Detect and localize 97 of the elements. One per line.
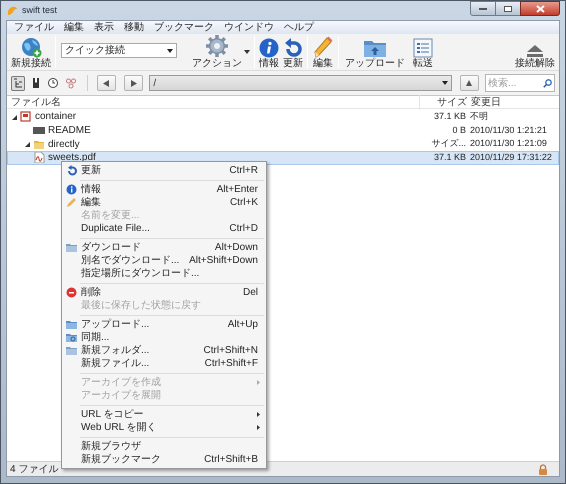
menu-item[interactable]: 新規ブックマーク Ctrl+Shift+B (62, 453, 266, 466)
menu-item[interactable]: 編集 (59, 21, 89, 34)
upload-button[interactable]: アップロード (343, 38, 407, 69)
column-header[interactable]: サイズ (419, 94, 467, 110)
folder-icon (66, 345, 77, 356)
file-size: 0 B (451, 124, 466, 137)
file-date: 2010/11/30 1:21:09 (469, 137, 548, 150)
lock-icon (538, 464, 548, 474)
file-name: directly (48, 138, 80, 152)
quick-connect-combo[interactable]: クイック接続 (61, 43, 177, 58)
menu-item[interactable]: 新規フォルダ... Ctrl+Shift+N (62, 344, 266, 357)
view-toggle-button[interactable] (11, 76, 26, 90)
file-date: 不明 (469, 110, 489, 124)
dropdown-arrow-icon (167, 48, 173, 52)
folder-icon (363, 38, 387, 58)
menu-item[interactable]: Duplicate File... Ctrl+D (62, 222, 266, 235)
menu-item[interactable]: 新規ファイル... Ctrl+Shift+F (62, 357, 266, 370)
menu-item[interactable]: アップロード... Alt+Up (62, 318, 266, 331)
search-input[interactable]: 検索... (488, 76, 544, 90)
submenu-arrow-icon (257, 380, 260, 385)
expanded-arrow-icon (11, 114, 17, 120)
clock-icon (47, 77, 60, 89)
app-icon (6, 4, 18, 16)
folder-icon (66, 242, 77, 253)
menu-item[interactable]: ブックマーク (149, 21, 219, 34)
submenu-arrow-icon (257, 425, 260, 430)
info-button[interactable]: 情報 (257, 38, 281, 69)
file-name: sweets.pdf (48, 151, 96, 164)
column-header[interactable]: 変更日 (467, 94, 559, 110)
view-toggle-button[interactable] (46, 76, 60, 90)
stop-icon (66, 287, 77, 298)
info-icon (66, 184, 77, 195)
menu-item[interactable]: 新規ブラウザ (62, 440, 266, 453)
menu-item[interactable]: 編集 Ctrl+K (62, 196, 266, 209)
menu-item[interactable]: 移動 (119, 21, 149, 34)
transfer-button[interactable]: 転送 (411, 38, 435, 69)
dropdown-arrow-icon (244, 50, 250, 54)
file-row[interactable]: container 37.1 KB 不明 (7, 110, 559, 124)
edit-button[interactable]: 編集 (310, 36, 336, 69)
menu-item[interactable]: 更新 Ctrl+R (62, 164, 266, 177)
folder-icon (33, 138, 45, 150)
folder-icon (66, 319, 77, 330)
action-button[interactable]: アクション (190, 34, 244, 69)
disconnect-button[interactable]: 接続解除 (513, 44, 557, 69)
menu-item[interactable]: 表示 (89, 21, 119, 34)
column-header[interactable]: ファイル名 (7, 94, 419, 110)
pdf-file-icon (33, 152, 45, 164)
left-triangle-icon (103, 80, 110, 86)
file-row[interactable]: directly サイズ... 2010/11/30 1:21:09 (7, 137, 559, 152)
menu-item[interactable]: 別名でダウンロード... Alt+Shift+Down (62, 254, 266, 267)
file-size: 37.1 KB (432, 151, 466, 164)
close-button[interactable] (520, 1, 560, 16)
file-row[interactable]: README 0 B 2010/11/30 1:21:21 (7, 124, 559, 138)
refresh-icon (66, 165, 77, 176)
up-triangle-icon (466, 80, 472, 86)
close-icon (536, 4, 544, 12)
back-button[interactable] (96, 75, 116, 91)
view-toggle-button[interactable] (63, 76, 78, 90)
eject-icon (526, 44, 544, 58)
file-size: 37.1 KB (432, 110, 466, 124)
menu-item[interactable]: 指定場所にダウンロード... (62, 267, 266, 280)
file-date: 2010/11/29 17:31:22 (469, 151, 553, 164)
path-combo[interactable]: / (149, 75, 452, 91)
search-icon (543, 78, 552, 88)
dropdown-arrow-icon (442, 81, 448, 85)
menu-item[interactable]: Web URL を開く (62, 421, 266, 434)
file-date: 2010/11/30 1:21:21 (469, 124, 548, 137)
new-connection-button[interactable]: 新規接続 (9, 36, 53, 69)
menu-item[interactable]: ダウンロード Alt+Down (62, 241, 266, 254)
menu-item[interactable]: URL をコピー (62, 408, 266, 421)
window-title: swift test (22, 4, 58, 17)
info-icon (259, 38, 279, 58)
menu-item[interactable]: 同期... (62, 331, 266, 344)
file-name: README (48, 124, 91, 138)
pencil-icon (312, 36, 334, 58)
menu-item[interactable]: 情報 Alt+Enter (62, 183, 266, 196)
minimize-button[interactable] (470, 1, 496, 16)
pencil-icon (66, 197, 77, 208)
expanded-arrow-icon (24, 141, 30, 148)
submenu-arrow-icon (257, 412, 260, 417)
folder-icon (66, 332, 77, 343)
search-field[interactable]: 検索... (485, 74, 556, 92)
tree-view-icon (12, 77, 24, 89)
list-window-icon (413, 38, 433, 58)
forward-button[interactable] (124, 75, 144, 91)
up-button[interactable] (460, 75, 480, 91)
file-size: サイズ... (430, 137, 466, 150)
menu-item[interactable]: ウインドウ (219, 21, 279, 34)
refresh-icon (283, 38, 303, 58)
file-name: container (35, 110, 76, 124)
status-text: 4 ファイル (10, 462, 58, 476)
menu-item[interactable]: ファイル (9, 21, 59, 34)
right-triangle-icon (130, 80, 137, 86)
menu-item[interactable]: ヘルプ (279, 21, 319, 34)
refresh-button[interactable]: 更新 (281, 38, 305, 69)
menu-item[interactable]: 削除 Del (62, 286, 266, 299)
maximize-button[interactable] (496, 1, 520, 16)
